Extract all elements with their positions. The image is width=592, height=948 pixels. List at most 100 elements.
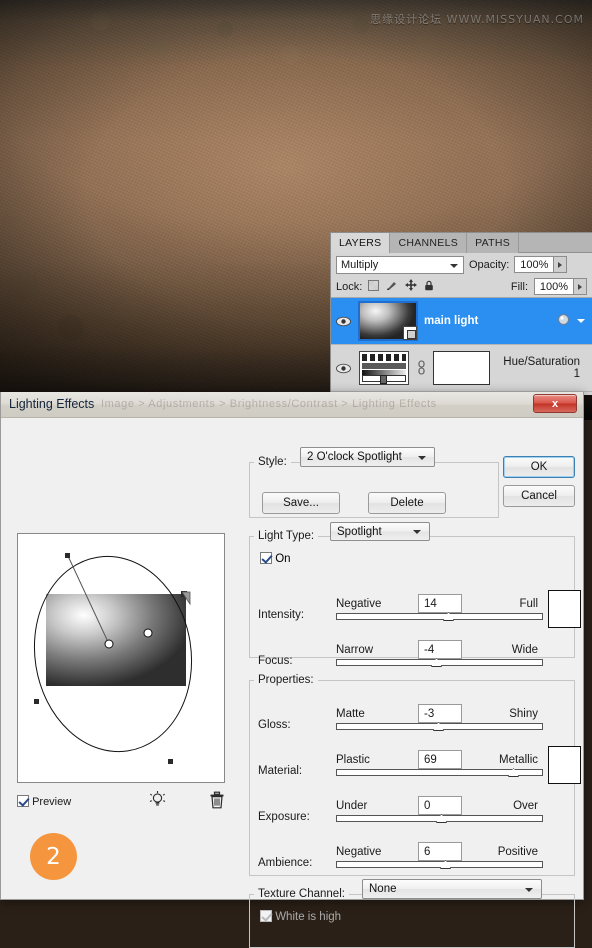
close-icon[interactable]: x <box>533 394 577 413</box>
chevron-down-icon <box>418 456 426 460</box>
material-value-input[interactable]: 69 <box>418 750 462 769</box>
layer-row-hue-saturation[interactable]: Hue/Saturation 1 <box>331 345 592 392</box>
delete-button[interactable]: Delete <box>368 492 446 514</box>
intensity-max-label: Full <box>519 598 538 610</box>
gloss-max-label: Shiny <box>509 708 538 720</box>
opacity-slider-arrow[interactable] <box>554 256 567 273</box>
fill-slider-arrow[interactable] <box>574 278 587 295</box>
preview-svg <box>18 534 224 782</box>
lock-icons-group <box>368 279 434 294</box>
checkbox-box <box>260 910 272 922</box>
eye-icon[interactable] <box>335 316 352 327</box>
layers-panel-tabs: LAYERS CHANNELS PATHS <box>331 233 592 253</box>
exposure-value-input[interactable]: 0 <box>418 796 462 815</box>
layers-panel: LAYERS CHANNELS PATHS Multiply Opacity: … <box>330 232 592 395</box>
opacity-input[interactable]: 100% <box>514 256 554 273</box>
eye-icon[interactable] <box>335 363 352 374</box>
dialog-titlebar[interactable]: Lighting Effects Image > Adjustments > B… <box>1 392 583 418</box>
gloss-slider-row: Gloss: Matte Shiny -3 <box>258 708 548 730</box>
chevron-down-icon[interactable] <box>577 319 585 323</box>
chevron-down-icon <box>525 888 533 892</box>
ok-button[interactable]: OK <box>503 456 575 478</box>
gloss-min-label: Matte <box>336 708 365 720</box>
texture-channel-label: Texture Channel: <box>254 888 349 900</box>
focus-slider-row: Focus: Narrow Wide -4 <box>258 644 548 666</box>
lock-position-icon[interactable] <box>405 279 417 294</box>
intensity-slider-track[interactable] <box>336 613 543 620</box>
smart-object-badge-icon <box>403 326 417 340</box>
properties-label: Properties: <box>254 674 318 686</box>
focus-value-input[interactable]: -4 <box>418 640 462 659</box>
preview-checkbox[interactable]: Preview <box>17 795 71 808</box>
material-max-label: Metallic <box>499 754 538 766</box>
fill-input[interactable]: 100% <box>534 278 574 295</box>
tab-paths[interactable]: PATHS <box>467 233 519 253</box>
lighting-preview-canvas[interactable] <box>17 533 225 783</box>
style-value: 2 O'clock Spotlight <box>307 451 402 463</box>
light-color-swatch[interactable] <box>548 590 581 628</box>
ambience-min-label: Negative <box>336 846 381 858</box>
preview-checkbox-label: Preview <box>32 796 71 808</box>
texture-channel-group: Texture Channel: None White is high <box>249 888 575 948</box>
blend-mode-value: Multiply <box>341 259 378 271</box>
texture-channel-select[interactable]: None <box>362 879 542 899</box>
cancel-button[interactable]: Cancel <box>503 485 575 507</box>
exposure-max-label: Over <box>513 800 538 812</box>
save-button[interactable]: Save... <box>262 492 340 514</box>
focus-max-label: Wide <box>512 644 538 656</box>
trash-icon[interactable] <box>209 791 225 812</box>
material-min-label: Plastic <box>336 754 370 766</box>
ambience-max-label: Positive <box>498 846 538 858</box>
light-bulb-icon[interactable] <box>149 791 166 812</box>
chevron-down-icon <box>413 530 421 534</box>
link-mask-icon[interactable] <box>416 360 426 376</box>
focus-min-label: Narrow <box>336 644 373 656</box>
tab-layers[interactable]: LAYERS <box>331 233 390 253</box>
checkbox-box <box>260 552 272 564</box>
layer-name-label: main light <box>424 315 550 327</box>
white-is-high-checkbox[interactable]: White is high <box>260 910 341 923</box>
white-is-high-label: White is high <box>275 911 341 923</box>
intensity-value-input[interactable]: 14 <box>418 594 462 613</box>
gloss-label: Gloss: <box>258 719 291 731</box>
light-type-label: Light Type: <box>254 530 318 542</box>
chevron-down-icon <box>450 264 458 268</box>
lock-row: Lock: Fill: 100% <box>331 276 592 298</box>
style-group: Style: 2 O'clock Spotlight Save... Delet… <box>249 456 499 518</box>
layer-row-main-light[interactable]: main light <box>331 298 592 345</box>
preview-toolbar: Preview <box>17 791 225 811</box>
tabs-filler <box>519 233 592 252</box>
lock-all-icon[interactable] <box>424 280 434 294</box>
light-on-label: On <box>275 553 290 565</box>
exposure-label: Exposure: <box>258 811 310 823</box>
step-badge-2: 2 <box>30 833 77 880</box>
light-type-select[interactable]: Spotlight <box>330 522 430 541</box>
dialog-title: Lighting Effects <box>9 397 94 411</box>
gloss-value-input[interactable]: -3 <box>418 704 462 723</box>
light-on-checkbox[interactable]: On <box>260 552 291 565</box>
style-select[interactable]: 2 O'clock Spotlight <box>300 447 435 467</box>
ambience-value-input[interactable]: 6 <box>418 842 462 861</box>
blend-mode-select[interactable]: Multiply <box>336 256 464 274</box>
watermark-text: 思缘设计论坛 WWW.MISSYUAN.COM <box>370 11 584 27</box>
layer-effects-icon[interactable] <box>557 313 570 329</box>
lock-transparency-icon[interactable] <box>368 280 379 294</box>
ambience-slider-row: Ambience: Negative Positive 6 <box>258 846 548 868</box>
lock-image-pixels-icon[interactable] <box>386 280 398 294</box>
ambience-slider-track[interactable] <box>336 861 543 868</box>
adjustment-layer-thumbnail[interactable] <box>359 351 409 385</box>
layer-mask-thumbnail[interactable] <box>433 351 490 385</box>
ambience-color-swatch[interactable] <box>548 746 581 784</box>
tab-channels[interactable]: CHANNELS <box>390 233 467 253</box>
lock-label: Lock: <box>336 281 362 293</box>
fill-label: Fill: <box>511 281 528 293</box>
layer-thumbnail[interactable] <box>359 302 417 340</box>
layer-name-label: Hue/Saturation 1 <box>497 356 588 380</box>
style-label: Style: <box>254 456 291 468</box>
exposure-slider-row: Exposure: Under Over 0 <box>258 800 548 822</box>
opacity-label: Opacity: <box>469 259 509 271</box>
light-type-group: Light Type: Spotlight On Intensity: Nega… <box>249 530 575 658</box>
intensity-slider-row: Intensity: Negative Full 14 <box>258 598 548 620</box>
texture-channel-value: None <box>369 883 397 895</box>
properties-group: Properties: Gloss: Matte Shiny -3 Materi… <box>249 674 575 876</box>
